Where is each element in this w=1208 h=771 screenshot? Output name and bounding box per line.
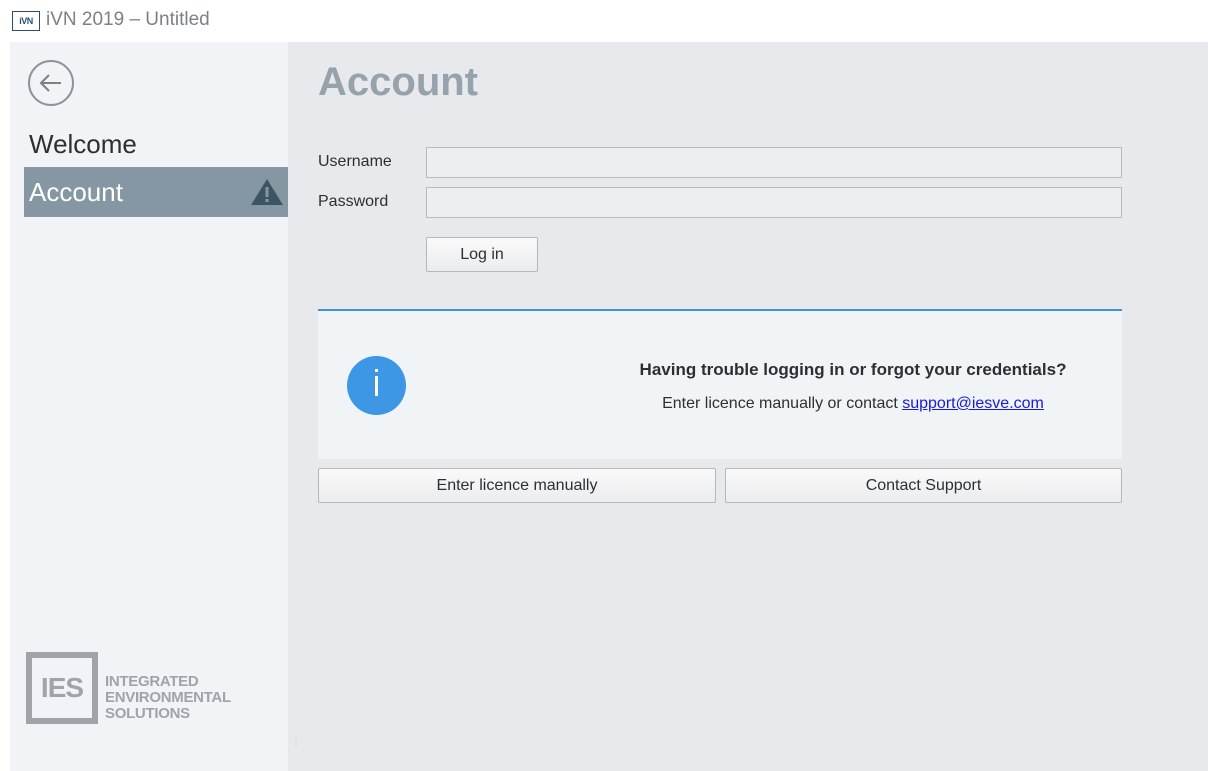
enter-licence-button[interactable]: Enter licence manually (318, 468, 716, 503)
ies-logo-text: INTEGRATED ENVIRONMENTAL SOLUTIONS (105, 674, 231, 722)
title-bar: iVN iVN 2019 – Untitled (0, 0, 1208, 42)
warning-triangle-icon (251, 179, 283, 205)
sidebar: Welcome Account IES INTEGRATED ENVIRONME… (10, 42, 288, 771)
sidebar-item-label: Account (29, 177, 123, 207)
sidebar-item-welcome[interactable]: Welcome (24, 119, 288, 169)
help-text: Enter licence manually or contact suppor… (478, 395, 1208, 413)
support-email-link[interactable]: support@iesve.com (902, 395, 1044, 412)
logo-line-2: ENVIRONMENTAL (105, 689, 231, 706)
window-title: iVN 2019 – Untitled (46, 9, 210, 30)
help-info-panel: Having trouble logging in or forgot your… (318, 309, 1122, 459)
back-button[interactable] (28, 60, 74, 106)
logo-line-1: INTEGRATED (105, 673, 199, 690)
help-text-body: Enter licence manually or contact (662, 395, 903, 412)
arrow-left-icon (39, 74, 61, 92)
sidebar-item-account[interactable]: Account (24, 167, 288, 217)
page-title: Account (318, 60, 478, 104)
username-field[interactable] (426, 147, 1122, 178)
logo-line-3: SOLUTIONS (105, 705, 190, 722)
contact-support-button[interactable]: Contact Support (725, 468, 1122, 503)
password-label: Password (318, 193, 389, 210)
ies-logo-mark: IES (26, 652, 98, 724)
password-field[interactable] (426, 187, 1122, 218)
login-button[interactable]: Log in (426, 237, 538, 272)
account-panel: Account Username Password Log in Having … (288, 42, 1208, 771)
app-window: Welcome Account IES INTEGRATED ENVIRONME… (10, 42, 1208, 771)
username-label: Username (318, 153, 392, 170)
info-icon (347, 356, 406, 415)
sidebar-item-label: Welcome (29, 129, 137, 159)
app-icon: iVN (12, 11, 40, 31)
help-heading: Having trouble logging in or forgot your… (639, 360, 1067, 379)
ies-logo: IES INTEGRATED ENVIRONMENTAL SOLUTIONS (26, 652, 266, 728)
